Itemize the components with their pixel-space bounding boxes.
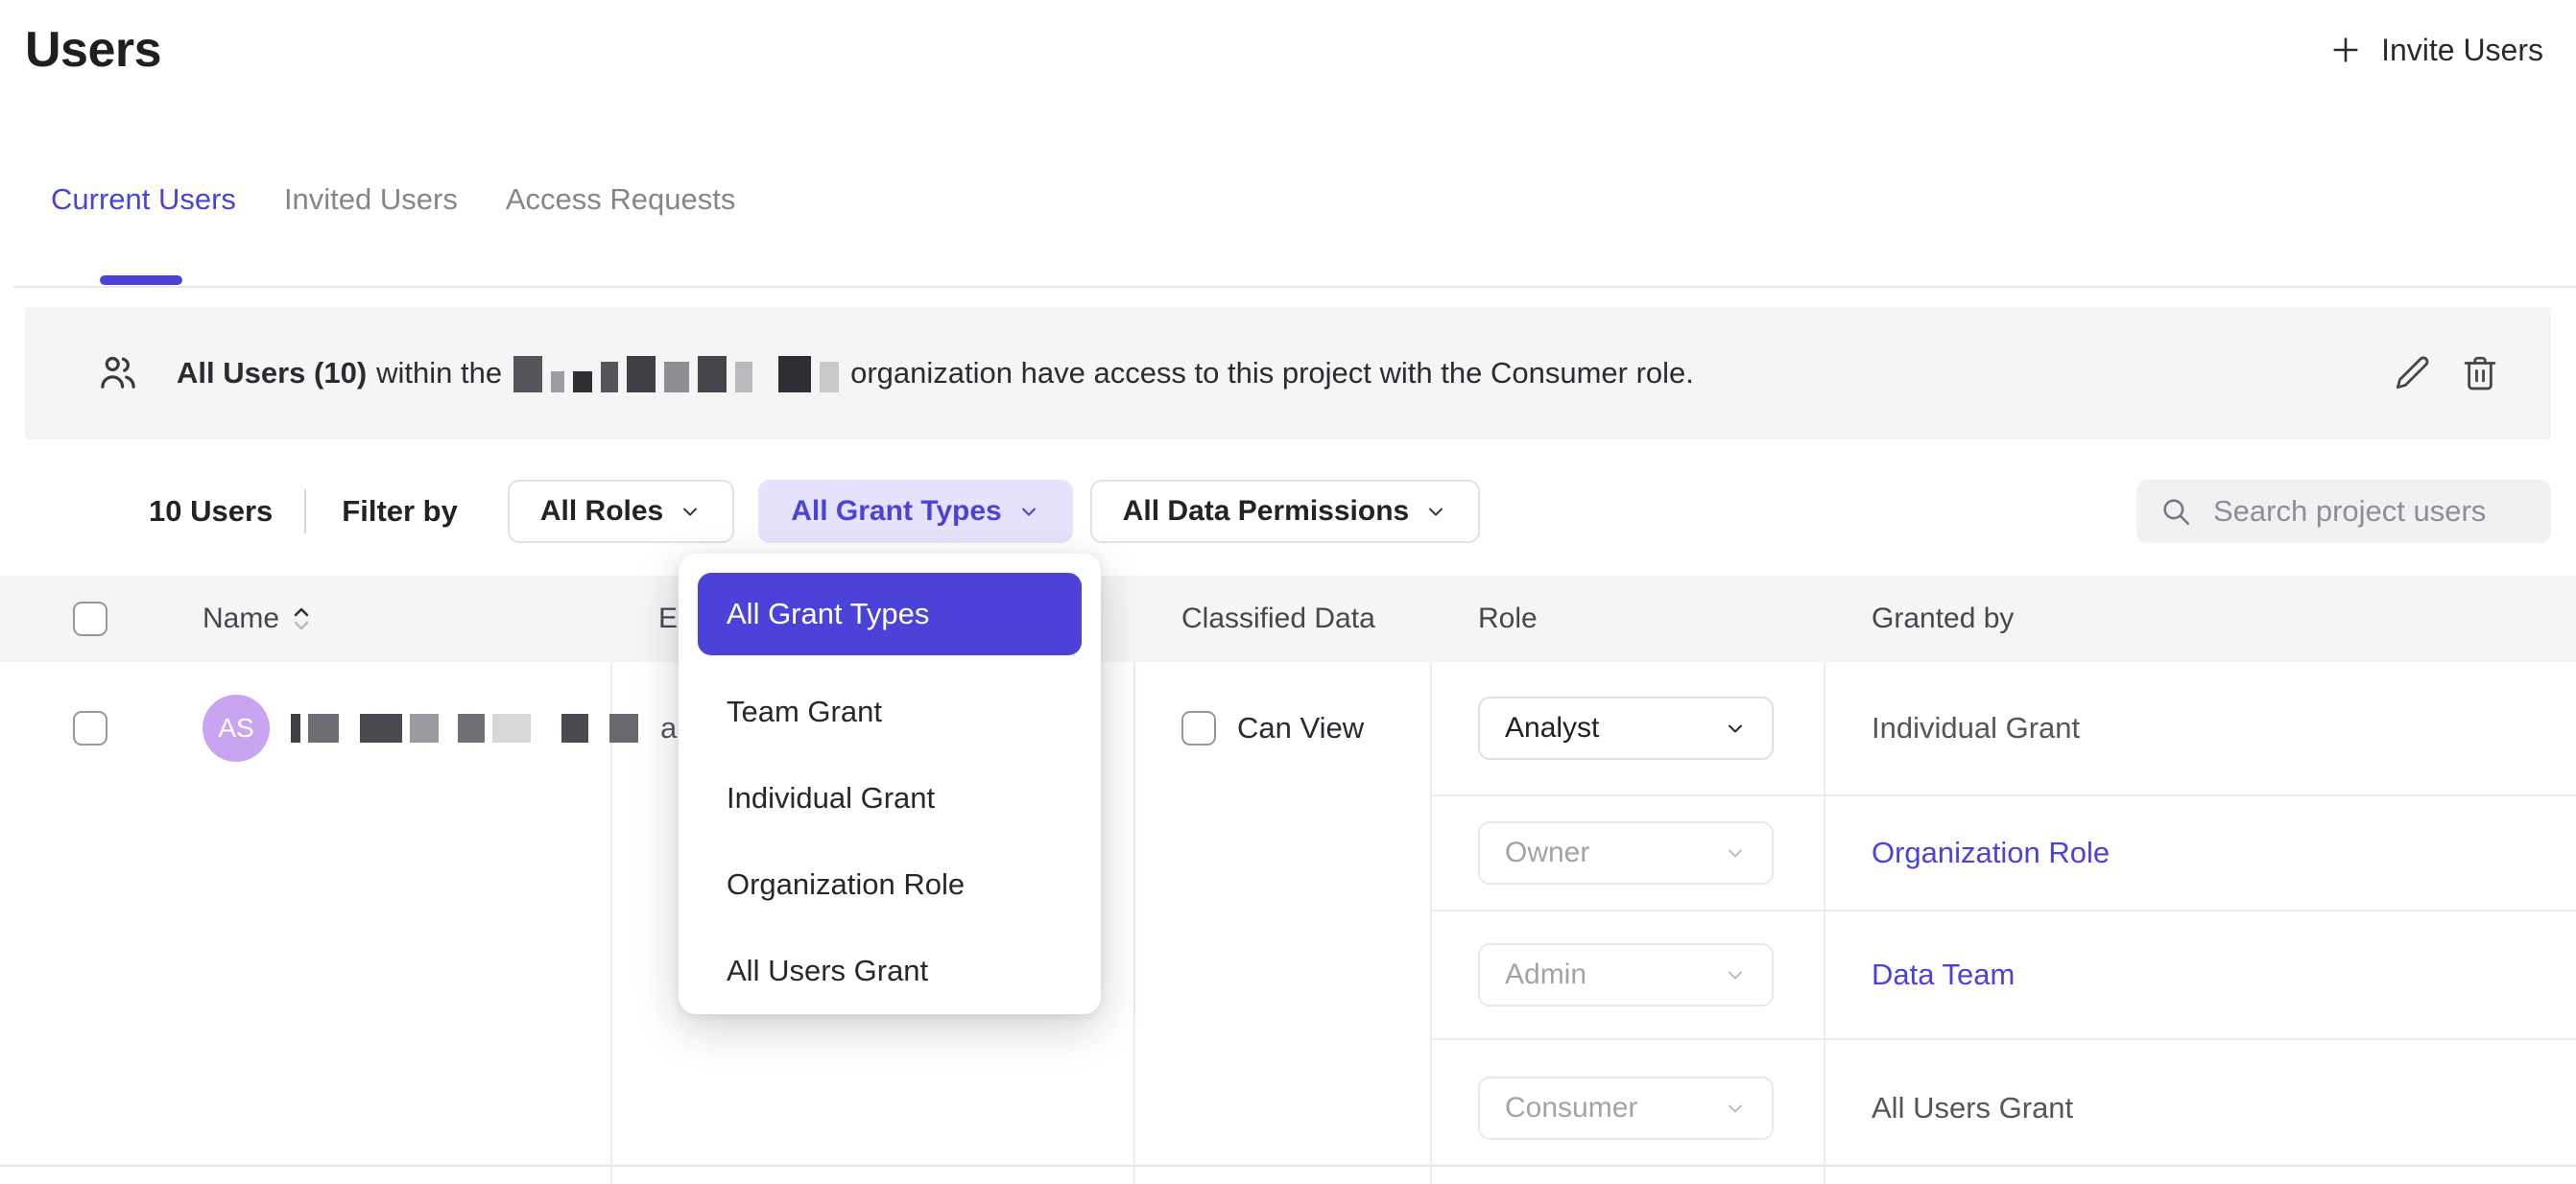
next-row-stub (0, 1167, 2576, 1184)
banner-message-mid: within the (376, 356, 502, 391)
tab-current-users[interactable]: Current Users (51, 182, 236, 236)
banner-actions (2393, 353, 2500, 393)
filter-all-data-permissions[interactable]: All Data Permissions (1090, 480, 1480, 543)
chevron-down-icon (1424, 500, 1447, 523)
banner-message: All Users (10) within the organization h… (177, 354, 1694, 392)
role-select-value: Consumer (1505, 1092, 1637, 1125)
filter-all-grant-types-label: All Grant Types (791, 495, 1002, 528)
filter-toolbar: 10 Users Filter by All Roles All Grant T… (25, 480, 2551, 543)
banner-message-end: organization have access to this project… (850, 356, 1694, 391)
pencil-icon (2393, 353, 2433, 393)
top-bar: Users Invite Users (25, 15, 2543, 84)
dropdown-item-team-grant[interactable]: Team Grant (698, 669, 1082, 755)
filter-by-label: Filter by (342, 494, 458, 529)
filter-all-grant-types[interactable]: All Grant Types (758, 480, 1073, 543)
delete-grant-button[interactable] (2460, 353, 2500, 393)
chevron-down-icon (1724, 717, 1747, 740)
column-header-name: Name (203, 603, 279, 635)
tab-bar-divider (13, 286, 2576, 288)
filter-all-roles-label: All Roles (540, 495, 663, 528)
edit-grant-button[interactable] (2393, 353, 2433, 393)
filter-all-data-permissions-label: All Data Permissions (1123, 495, 1409, 528)
filter-all-roles[interactable]: All Roles (508, 480, 734, 543)
chevron-down-icon (1724, 841, 1747, 864)
chevron-down-icon (679, 500, 702, 523)
dropdown-item-all-grant-types[interactable]: All Grant Types (698, 573, 1082, 655)
granted-by-individual-grant: Individual Grant (1872, 711, 2080, 746)
granted-by-data-team-link[interactable]: Data Team (1872, 958, 2015, 992)
plus-icon (2329, 34, 2362, 66)
column-header-classified-data: Classified Data (1181, 603, 1375, 635)
search-icon (2159, 495, 2192, 528)
active-tab-indicator (100, 275, 182, 285)
table-row: AS a Can View (0, 662, 2576, 1167)
tab-invited-users[interactable]: Invited Users (284, 182, 458, 236)
redacted-org-name (513, 354, 839, 392)
tab-bar: Current Users Invited Users Access Reque… (51, 182, 735, 236)
granted-by-organization-role-link[interactable]: Organization Role (1872, 836, 2110, 870)
role-select-owner[interactable]: Owner (1478, 821, 1774, 885)
page-title: Users (25, 21, 161, 79)
select-all-checkbox[interactable] (73, 602, 107, 636)
role-select-analyst[interactable]: Analyst (1478, 697, 1774, 760)
dropdown-item-organization-role[interactable]: Organization Role (698, 841, 1082, 928)
column-header-role: Role (1478, 603, 1538, 635)
role-select-consumer[interactable]: Consumer (1478, 1077, 1774, 1140)
role-select-value: Analyst (1505, 712, 1599, 745)
chevron-down-icon (1724, 1097, 1747, 1120)
chevron-down-icon (1017, 500, 1040, 523)
user-count: 10 Users (149, 494, 273, 529)
dropdown-item-individual-grant[interactable]: Individual Grant (698, 755, 1082, 841)
role-select-value: Owner (1505, 837, 1589, 869)
can-view-label: Can View (1237, 711, 1364, 746)
column-header-granted-by: Granted by (1872, 603, 2014, 635)
redacted-user-name (291, 714, 638, 743)
row-checkbox[interactable] (73, 711, 107, 746)
tab-access-requests[interactable]: Access Requests (506, 182, 736, 236)
users-page: Users Invite Users Current Users Invited… (0, 0, 2576, 1184)
grant-types-dropdown: All Grant Types Team Grant Individual Gr… (679, 554, 1101, 1014)
banner-message-bold: All Users (10) (177, 356, 367, 391)
classified-data-cell: Can View (1135, 662, 1430, 794)
toolbar-divider (304, 489, 306, 533)
granted-by-all-users-grant: All Users Grant (1872, 1091, 2073, 1125)
role-select-value: Admin (1505, 959, 1586, 991)
dropdown-item-all-users-grant[interactable]: All Users Grant (698, 928, 1082, 1014)
chevron-down-icon (1724, 963, 1747, 986)
role-select-admin[interactable]: Admin (1478, 943, 1774, 1006)
sort-icon[interactable] (293, 606, 310, 631)
table-header: Name Email Classified Data Role Granted … (0, 576, 2576, 662)
users-icon (96, 351, 140, 395)
search-input[interactable] (2213, 494, 2530, 529)
all-users-banner: All Users (10) within the organization h… (25, 307, 2551, 439)
invite-users-button[interactable]: Invite Users (2329, 33, 2543, 68)
trash-icon (2460, 353, 2500, 393)
avatar: AS (203, 695, 270, 762)
invite-users-label: Invite Users (2381, 33, 2543, 68)
can-view-checkbox[interactable] (1181, 711, 1216, 746)
search-project-users[interactable] (2136, 480, 2551, 543)
